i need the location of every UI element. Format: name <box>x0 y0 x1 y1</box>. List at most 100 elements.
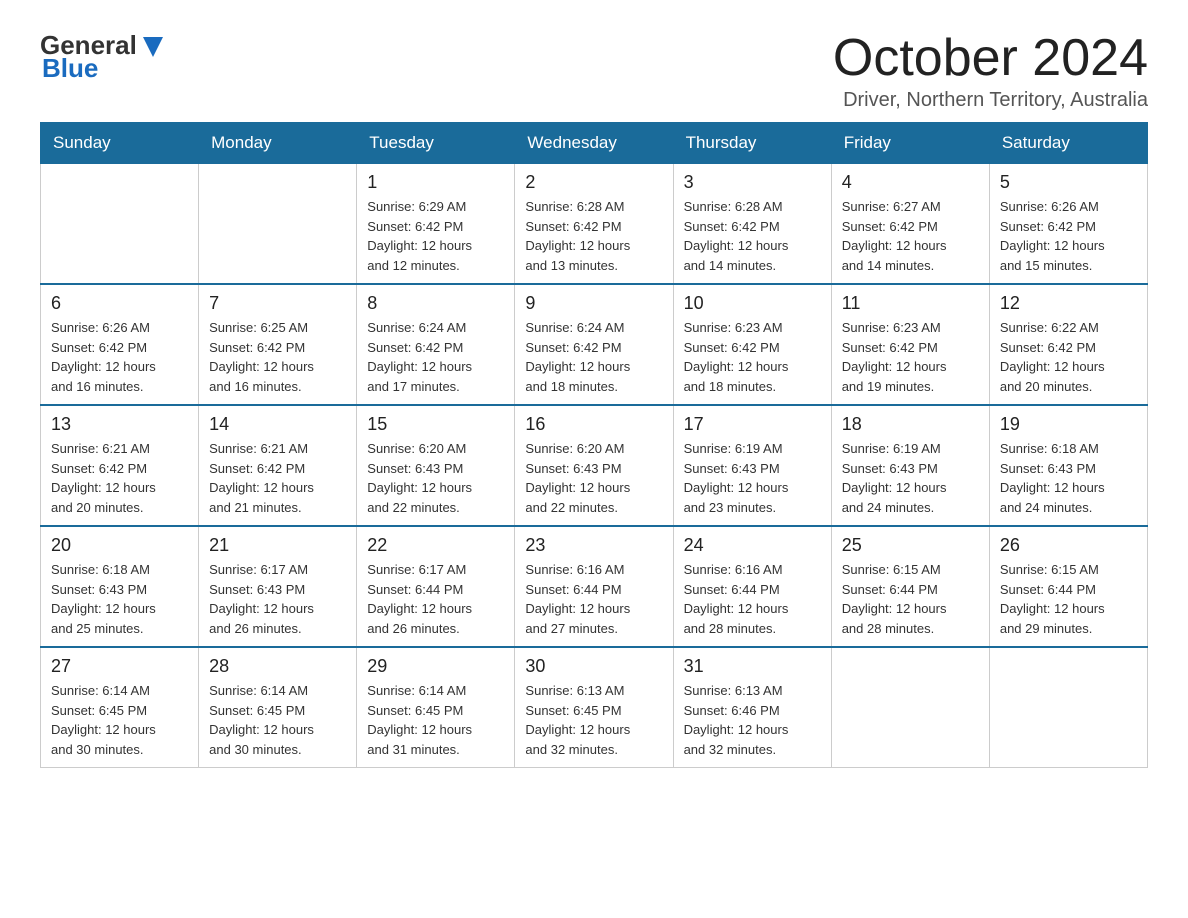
calendar-week-row: 20 Sunrise: 6:18 AM Sunset: 6:43 PM Dayli… <box>41 526 1148 647</box>
calendar-cell: 29 Sunrise: 6:14 AM Sunset: 6:45 PM Dayli… <box>357 647 515 768</box>
weekday-header-row: SundayMondayTuesdayWednesdayThursdayFrid… <box>41 123 1148 164</box>
day-number: 1 <box>367 172 504 193</box>
calendar-cell: 26 Sunrise: 6:15 AM Sunset: 6:44 PM Dayli… <box>989 526 1147 647</box>
day-number: 20 <box>51 535 188 556</box>
day-number: 24 <box>684 535 821 556</box>
weekday-header-tuesday: Tuesday <box>357 123 515 164</box>
calendar-cell: 28 Sunrise: 6:14 AM Sunset: 6:45 PM Dayli… <box>199 647 357 768</box>
day-number: 3 <box>684 172 821 193</box>
day-number: 7 <box>209 293 346 314</box>
calendar-cell: 20 Sunrise: 6:18 AM Sunset: 6:43 PM Dayli… <box>41 526 199 647</box>
day-number: 29 <box>367 656 504 677</box>
calendar-week-row: 1 Sunrise: 6:29 AM Sunset: 6:42 PM Daylig… <box>41 164 1148 285</box>
day-number: 4 <box>842 172 979 193</box>
day-number: 22 <box>367 535 504 556</box>
day-info: Sunrise: 6:15 AM Sunset: 6:44 PM Dayligh… <box>1000 560 1137 638</box>
day-info: Sunrise: 6:27 AM Sunset: 6:42 PM Dayligh… <box>842 197 979 275</box>
calendar-cell <box>41 164 199 285</box>
day-info: Sunrise: 6:24 AM Sunset: 6:42 PM Dayligh… <box>525 318 662 396</box>
day-number: 30 <box>525 656 662 677</box>
day-info: Sunrise: 6:15 AM Sunset: 6:44 PM Dayligh… <box>842 560 979 638</box>
calendar-cell <box>989 647 1147 768</box>
day-info: Sunrise: 6:26 AM Sunset: 6:42 PM Dayligh… <box>51 318 188 396</box>
day-info: Sunrise: 6:17 AM Sunset: 6:44 PM Dayligh… <box>367 560 504 638</box>
calendar-cell: 13Sunrise: 6:21 AM Sunset: 6:42 PM Dayli… <box>41 405 199 526</box>
day-number: 5 <box>1000 172 1137 193</box>
day-number: 12 <box>1000 293 1137 314</box>
day-number: 25 <box>842 535 979 556</box>
day-number: 28 <box>209 656 346 677</box>
calendar-cell: 5 Sunrise: 6:26 AM Sunset: 6:42 PM Daylig… <box>989 164 1147 285</box>
day-info: Sunrise: 6:18 AM Sunset: 6:43 PM Dayligh… <box>1000 439 1137 517</box>
location-subtitle: Driver, Northern Territory, Australia <box>833 89 1148 112</box>
day-number: 26 <box>1000 535 1137 556</box>
calendar-cell: 30 Sunrise: 6:13 AM Sunset: 6:45 PM Dayli… <box>515 647 673 768</box>
day-info: Sunrise: 6:29 AM Sunset: 6:42 PM Dayligh… <box>367 197 504 275</box>
day-number: 15 <box>367 414 504 435</box>
calendar-cell: 15 Sunrise: 6:20 AM Sunset: 6:43 PM Dayli… <box>357 405 515 526</box>
calendar-cell <box>831 647 989 768</box>
day-info: Sunrise: 6:21 AM Sunset: 6:42 PM Dayligh… <box>51 439 188 517</box>
day-info: Sunrise: 6:13 AM Sunset: 6:45 PM Dayligh… <box>525 681 662 759</box>
page-header: General Blue October 2024 Driver, Northe… <box>40 30 1148 112</box>
month-title: October 2024 <box>833 30 1148 87</box>
day-number: 19 <box>1000 414 1137 435</box>
calendar-table: SundayMondayTuesdayWednesdayThursdayFrid… <box>40 122 1148 768</box>
day-info: Sunrise: 6:18 AM Sunset: 6:43 PM Dayligh… <box>51 560 188 638</box>
weekday-header-sunday: Sunday <box>41 123 199 164</box>
logo-triangle-icon <box>139 33 167 61</box>
calendar-cell: 22 Sunrise: 6:17 AM Sunset: 6:44 PM Dayli… <box>357 526 515 647</box>
day-info: Sunrise: 6:20 AM Sunset: 6:43 PM Dayligh… <box>525 439 662 517</box>
day-number: 23 <box>525 535 662 556</box>
calendar-cell: 24 Sunrise: 6:16 AM Sunset: 6:44 PM Dayli… <box>673 526 831 647</box>
day-number: 17 <box>684 414 821 435</box>
day-info: Sunrise: 6:28 AM Sunset: 6:42 PM Dayligh… <box>684 197 821 275</box>
calendar-cell: 2Sunrise: 6:28 AM Sunset: 6:42 PM Daylig… <box>515 164 673 285</box>
day-info: Sunrise: 6:22 AM Sunset: 6:42 PM Dayligh… <box>1000 318 1137 396</box>
calendar-week-row: 6 Sunrise: 6:26 AM Sunset: 6:42 PM Daylig… <box>41 284 1148 405</box>
calendar-cell <box>199 164 357 285</box>
day-number: 9 <box>525 293 662 314</box>
calendar-cell: 3 Sunrise: 6:28 AM Sunset: 6:42 PM Daylig… <box>673 164 831 285</box>
title-block: October 2024 Driver, Northern Territory,… <box>833 30 1148 112</box>
day-number: 16 <box>525 414 662 435</box>
weekday-header-monday: Monday <box>199 123 357 164</box>
day-info: Sunrise: 6:26 AM Sunset: 6:42 PM Dayligh… <box>1000 197 1137 275</box>
calendar-cell: 7Sunrise: 6:25 AM Sunset: 6:42 PM Daylig… <box>199 284 357 405</box>
calendar-cell: 21 Sunrise: 6:17 AM Sunset: 6:43 PM Dayli… <box>199 526 357 647</box>
calendar-cell: 27 Sunrise: 6:14 AM Sunset: 6:45 PM Dayli… <box>41 647 199 768</box>
calendar-cell: 4 Sunrise: 6:27 AM Sunset: 6:42 PM Daylig… <box>831 164 989 285</box>
day-number: 18 <box>842 414 979 435</box>
calendar-cell: 31Sunrise: 6:13 AM Sunset: 6:46 PM Dayli… <box>673 647 831 768</box>
day-number: 10 <box>684 293 821 314</box>
calendar-cell: 16 Sunrise: 6:20 AM Sunset: 6:43 PM Dayli… <box>515 405 673 526</box>
calendar-cell: 11Sunrise: 6:23 AM Sunset: 6:42 PM Dayli… <box>831 284 989 405</box>
calendar-cell: 12 Sunrise: 6:22 AM Sunset: 6:42 PM Dayli… <box>989 284 1147 405</box>
day-info: Sunrise: 6:14 AM Sunset: 6:45 PM Dayligh… <box>367 681 504 759</box>
day-number: 6 <box>51 293 188 314</box>
calendar-week-row: 27 Sunrise: 6:14 AM Sunset: 6:45 PM Dayli… <box>41 647 1148 768</box>
calendar-cell: 19 Sunrise: 6:18 AM Sunset: 6:43 PM Dayli… <box>989 405 1147 526</box>
day-info: Sunrise: 6:17 AM Sunset: 6:43 PM Dayligh… <box>209 560 346 638</box>
day-info: Sunrise: 6:14 AM Sunset: 6:45 PM Dayligh… <box>51 681 188 759</box>
day-info: Sunrise: 6:20 AM Sunset: 6:43 PM Dayligh… <box>367 439 504 517</box>
calendar-cell: 9 Sunrise: 6:24 AM Sunset: 6:42 PM Daylig… <box>515 284 673 405</box>
calendar-cell: 6 Sunrise: 6:26 AM Sunset: 6:42 PM Daylig… <box>41 284 199 405</box>
calendar-cell: 8 Sunrise: 6:24 AM Sunset: 6:42 PM Daylig… <box>357 284 515 405</box>
day-number: 27 <box>51 656 188 677</box>
day-info: Sunrise: 6:14 AM Sunset: 6:45 PM Dayligh… <box>209 681 346 759</box>
logo-blue-text: Blue <box>42 53 98 84</box>
weekday-header-saturday: Saturday <box>989 123 1147 164</box>
day-number: 14 <box>209 414 346 435</box>
calendar-cell: 23Sunrise: 6:16 AM Sunset: 6:44 PM Dayli… <box>515 526 673 647</box>
day-info: Sunrise: 6:28 AM Sunset: 6:42 PM Dayligh… <box>525 197 662 275</box>
day-info: Sunrise: 6:16 AM Sunset: 6:44 PM Dayligh… <box>684 560 821 638</box>
calendar-cell: 10Sunrise: 6:23 AM Sunset: 6:42 PM Dayli… <box>673 284 831 405</box>
weekday-header-thursday: Thursday <box>673 123 831 164</box>
day-number: 31 <box>684 656 821 677</box>
day-number: 21 <box>209 535 346 556</box>
day-number: 8 <box>367 293 504 314</box>
calendar-cell: 25 Sunrise: 6:15 AM Sunset: 6:44 PM Dayli… <box>831 526 989 647</box>
day-info: Sunrise: 6:24 AM Sunset: 6:42 PM Dayligh… <box>367 318 504 396</box>
calendar-cell: 17Sunrise: 6:19 AM Sunset: 6:43 PM Dayli… <box>673 405 831 526</box>
